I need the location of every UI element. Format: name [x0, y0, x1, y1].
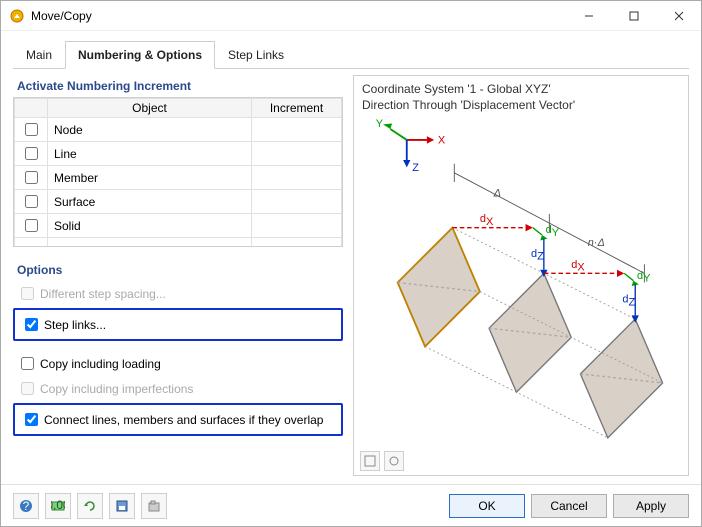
row-object[interactable]: Solid [48, 214, 252, 238]
dialog-body: Main Numbering & Options Step Links Acti… [1, 31, 701, 484]
highlight-step-links: Step links... [13, 308, 343, 341]
refresh-button[interactable] [77, 493, 103, 519]
dialog-window: Move/Copy Main Numbering & Options Step … [0, 0, 702, 527]
checkbox-diff-spacing [21, 287, 34, 300]
preview-graphic: X Y Z [360, 118, 682, 447]
table-row: Line [15, 142, 342, 166]
table-row: Node [15, 118, 342, 142]
highlight-connect-overlap: Connect lines, members and surfaces if t… [13, 403, 343, 436]
option-copy-imperf: Copy including imperfections [13, 376, 343, 401]
options-group: Options Different step spacing... Step l… [13, 259, 343, 438]
svg-text:dY: dY [637, 270, 651, 285]
titlebar: Move/Copy [1, 1, 701, 31]
table-row: Member [15, 166, 342, 190]
row-increment[interactable] [252, 190, 342, 214]
content-area: Activate Numbering Increment Object Incr… [13, 75, 689, 476]
option-connect-overlap[interactable]: Connect lines, members and surfaces if t… [17, 407, 339, 432]
checkbox-connect-overlap[interactable] [25, 413, 38, 426]
option-diff-spacing: Different step spacing... [13, 281, 343, 306]
svg-text:dX: dX [571, 259, 585, 274]
table-row: Solid [15, 214, 342, 238]
svg-text:dX: dX [480, 213, 494, 228]
axis-x-label: X [438, 135, 446, 147]
checkbox-copy-imperf [21, 382, 34, 395]
preview-line2: Direction Through 'Displacement Vector' [362, 98, 680, 114]
checkbox-copy-loading[interactable] [21, 357, 34, 370]
row-checkbox[interactable] [25, 219, 38, 232]
svg-text:0,00: 0,00 [51, 499, 65, 512]
ok-button[interactable]: OK [449, 494, 525, 518]
row-increment[interactable] [252, 166, 342, 190]
axis-y-label: Y [376, 118, 384, 130]
window-title: Move/Copy [31, 9, 566, 23]
label-copy-loading: Copy including loading [40, 357, 161, 371]
tab-main[interactable]: Main [13, 41, 65, 68]
col-object: Object [48, 99, 252, 118]
preview-line1: Coordinate System '1 - Global XYZ' [362, 82, 680, 98]
row-increment[interactable] [252, 142, 342, 166]
tab-numbering-options[interactable]: Numbering & Options [65, 41, 215, 69]
col-blank [15, 99, 48, 118]
svg-text:dY: dY [546, 224, 560, 239]
help-button[interactable]: ? [13, 493, 39, 519]
preview-header: Coordinate System '1 - Global XYZ' Direc… [354, 76, 688, 119]
tab-bar: Main Numbering & Options Step Links [13, 41, 689, 69]
close-button[interactable] [656, 1, 701, 31]
svg-text:?: ? [23, 499, 30, 513]
row-object[interactable]: Member [48, 166, 252, 190]
row-checkbox[interactable] [25, 123, 38, 136]
row-increment[interactable] [252, 214, 342, 238]
svg-text:dZ: dZ [622, 294, 635, 309]
preview-panel: Coordinate System '1 - Global XYZ' Direc… [353, 75, 689, 476]
col-increment: Increment [252, 99, 342, 118]
left-panel: Activate Numbering Increment Object Incr… [13, 75, 343, 476]
option-step-links[interactable]: Step links... [17, 312, 339, 337]
delta-label: Δ [493, 188, 501, 200]
ndelta-label: n·Δ [588, 237, 605, 249]
table-row: Surface [15, 190, 342, 214]
maximize-button[interactable] [611, 1, 656, 31]
label-step-links: Step links... [44, 318, 106, 332]
preview-toolbar [360, 451, 404, 471]
options-title: Options [17, 263, 343, 277]
numbering-table: Object Increment NodeLineMemberSurfaceSo… [13, 97, 343, 247]
axis-z-label: Z [412, 162, 419, 174]
svg-text:dZ: dZ [531, 248, 544, 263]
label-connect-overlap: Connect lines, members and surfaces if t… [44, 413, 323, 427]
numbering-group-title: Activate Numbering Increment [17, 79, 343, 93]
apply-button[interactable]: Apply [613, 494, 689, 518]
label-diff-spacing: Different step spacing... [40, 287, 166, 301]
cancel-button[interactable]: Cancel [531, 494, 607, 518]
app-icon [9, 8, 25, 24]
checkbox-step-links[interactable] [25, 318, 38, 331]
load-button[interactable] [141, 493, 167, 519]
row-object[interactable]: Node [48, 118, 252, 142]
row-checkbox[interactable] [25, 171, 38, 184]
row-increment[interactable] [252, 118, 342, 142]
minimize-button[interactable] [566, 1, 611, 31]
option-copy-loading[interactable]: Copy including loading [13, 351, 343, 376]
preview-tool-2[interactable] [384, 451, 404, 471]
preview-tool-1[interactable] [360, 451, 380, 471]
row-object[interactable]: Line [48, 142, 252, 166]
row-checkbox[interactable] [25, 195, 38, 208]
tab-step-links[interactable]: Step Links [215, 41, 297, 68]
dialog-footer: ? 0,00 OK Cancel Apply [1, 484, 701, 526]
row-object[interactable]: Surface [48, 190, 252, 214]
units-button[interactable]: 0,00 [45, 493, 71, 519]
label-copy-imperf: Copy including imperfections [40, 382, 193, 396]
row-checkbox[interactable] [25, 147, 38, 160]
save-button[interactable] [109, 493, 135, 519]
